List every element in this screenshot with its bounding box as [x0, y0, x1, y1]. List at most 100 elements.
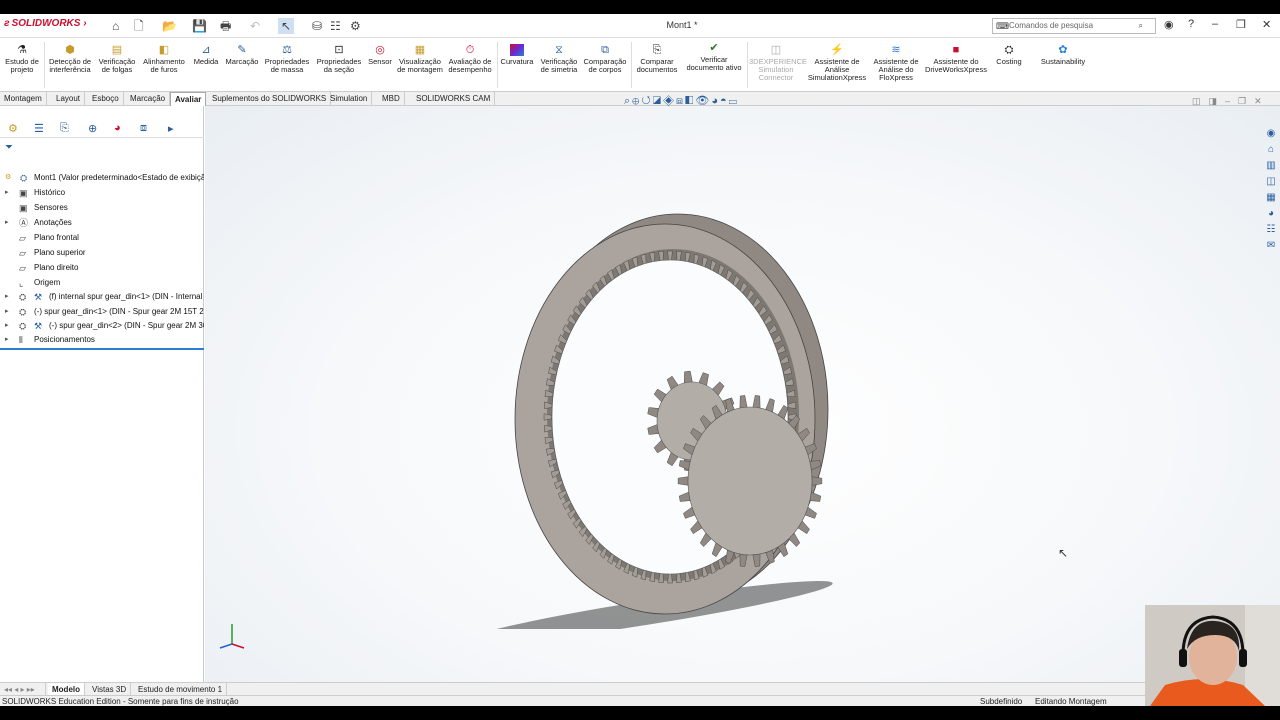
expand-arrow-icon[interactable]: ▸	[5, 216, 9, 230]
split-icon[interactable]: ◨	[1209, 96, 1226, 106]
gear-assembly-model[interactable]	[300, 129, 900, 629]
property-manager-tab-icon[interactable]: ☰	[34, 122, 44, 135]
driveworksxpress-button[interactable]: ■ Assistente do DriveWorksXpress	[924, 44, 988, 74]
tab-simulation[interactable]: Simulation	[326, 92, 373, 106]
custom-properties-icon[interactable]: ☷	[1264, 222, 1278, 238]
tree-item-label: Mont1 (Valor predeterminado<Estado de ex…	[34, 173, 204, 182]
simulationxpress-button[interactable]: ⚡ Assistente de Análise SimulationXpress	[806, 44, 868, 82]
tree-item-assembly[interactable]: ⚙ ⛭ Mont1 (Valor predeterminado<Estado de …	[0, 171, 204, 185]
tree-item-sensors[interactable]: ▣ Sensores	[0, 201, 204, 215]
button-label: Verificação de folgas	[98, 57, 136, 74]
tree-item-origin[interactable]: ⌞ Origem	[0, 276, 204, 290]
tab-marcacao[interactable]: Marcação	[126, 92, 171, 106]
help-icon[interactable]: ?	[1188, 18, 1194, 30]
body-comparison-button[interactable]: ⧉ Comparação de corpos	[583, 44, 627, 74]
dimxpert-tab-icon[interactable]: ⊕	[88, 122, 97, 135]
check-active-document-button[interactable]: ✔ Verificar documento ativo	[683, 42, 745, 72]
body-compare-icon: ⧉	[601, 44, 609, 56]
task-pane-tabs: ◉ ⌂ ▥ ◫ ▦ ◕ ☷ ✉	[1264, 126, 1278, 254]
toolbox-icon: ⚒	[34, 321, 43, 331]
button-label: Propriedades de massa	[264, 57, 310, 74]
vp-minimize-icon[interactable]: –	[1225, 96, 1238, 106]
search-commands-input[interactable]: ⌨ Comandos de pesquisa ⌕	[992, 18, 1156, 34]
design-study-button[interactable]: ⚗ Estudo de projeto	[2, 44, 42, 74]
vp-close-icon[interactable]: ✕	[1254, 96, 1270, 106]
history-icon: ▣	[19, 188, 28, 198]
expand-arrow-icon[interactable]: ▸	[5, 319, 9, 333]
simulation-connector-button[interactable]: ◫ 3DEXPERIENCE Simulation Connector	[749, 44, 807, 82]
minimize-icon[interactable]: –	[1212, 18, 1218, 30]
account-icon[interactable]: ◉	[1164, 18, 1174, 31]
driveworks-icon: ■	[952, 44, 960, 56]
mass-properties-button[interactable]: ⚖ Propriedades de massa	[262, 44, 312, 74]
appearances-icon[interactable]: ▦	[1264, 190, 1278, 206]
tab-solidworks-cam[interactable]: SOLIDWORKS CAM	[412, 92, 496, 106]
expand-arrow-icon[interactable]: ▸	[5, 290, 9, 304]
measure-button[interactable]: ⊿ Medida	[190, 44, 222, 66]
section-properties-button[interactable]: ⊡ Propriedades da seção	[314, 44, 364, 74]
tree-item-spur-gear-2[interactable]: ▸ ⛭ ⚒ (-) spur gear_din<2> (DIN - Spur gear…	[0, 319, 204, 333]
ribbon-separator	[631, 42, 632, 88]
tree-item-spur-gear-1[interactable]: ▸ ⛭ (-) spur gear_din<1> (DIN - Spur gear …	[0, 305, 204, 319]
more-tabs-icon[interactable]: ▸	[168, 122, 174, 135]
tab-suplementos[interactable]: Suplementos do SOLIDWORKS	[208, 92, 332, 106]
vp-restore-icon[interactable]: ❐	[1238, 96, 1254, 106]
search-icon[interactable]: ⌕	[1139, 19, 1143, 33]
interference-icon: ⬢	[65, 44, 75, 56]
compare-documents-button[interactable]: ⎘ Comparar documentos	[633, 44, 681, 74]
expand-arrow-icon[interactable]: ▸	[5, 186, 9, 200]
curvature-button[interactable]: Curvatura	[499, 44, 535, 66]
design-library-icon[interactable]: ⌂	[1264, 142, 1278, 158]
solidworks-resources-icon[interactable]: ◉	[1264, 126, 1278, 142]
tree-item-top-plane[interactable]: ▱ Plano superior	[0, 246, 204, 260]
sensor-button[interactable]: ◎ Sensor	[366, 44, 394, 66]
display-manager-tab-icon[interactable]: ◕	[114, 122, 121, 134]
file-explorer-icon[interactable]: ▥	[1264, 158, 1278, 174]
symmetry-check-button[interactable]: ⧖ Verificação de simetria	[537, 44, 581, 74]
markup-button[interactable]: ✎ Marcação	[224, 44, 260, 66]
feature-manager-tab-icon[interactable]: ⚙	[8, 122, 18, 135]
tree-item-internal-gear[interactable]: ▸ ⛭ ⚒ (f) internal spur gear_din<1> (DIN - …	[0, 290, 204, 304]
floxpress-button[interactable]: ≋ Assistente de Análise do FloXpress	[870, 44, 922, 82]
restore-icon[interactable]: ❐	[1236, 18, 1246, 31]
search-placeholder: Comandos de pesquisa	[1009, 21, 1094, 30]
cam-tab-icon[interactable]: ⧈	[140, 122, 147, 135]
ribbon-separator	[747, 42, 748, 88]
assembly-visualization-button[interactable]: ▦ Visualização de montagem	[396, 44, 444, 74]
sustainability-button[interactable]: ✿ Sustainability	[1036, 44, 1090, 66]
tab-layout[interactable]: Layout	[52, 92, 86, 106]
expand-arrow-icon[interactable]: ▸	[5, 305, 9, 319]
tab-avaliar[interactable]: Avaliar	[170, 92, 207, 106]
close-icon[interactable]: ✕	[1262, 18, 1271, 31]
expand-arrow-icon[interactable]: ▸	[5, 333, 9, 347]
rollback-bar[interactable]	[0, 348, 204, 350]
simulation-connector-icon: ◫	[770, 44, 782, 56]
compare-documents-icon: ⎘	[652, 44, 662, 56]
clearance-verification-button[interactable]: ▤ Verificação de folgas	[96, 44, 138, 74]
assembly-root-icon: ⛭	[20, 173, 28, 183]
tree-item-front-plane[interactable]: ▱ Plano frontal	[0, 231, 204, 245]
configuration-manager-tab-icon[interactable]: ⎘	[60, 122, 69, 135]
view-palette-icon[interactable]: ◫	[1264, 174, 1278, 190]
tab-montagem[interactable]: Montagem	[0, 92, 47, 106]
curvature-icon	[510, 44, 524, 56]
sensors-icon: ▣	[19, 203, 28, 213]
toolbox-icon: ⚒	[34, 292, 43, 302]
scenes-icon[interactable]: ◕	[1264, 206, 1278, 222]
hole-alignment-button[interactable]: ◧ Alinhamento de furos	[140, 44, 188, 74]
filter-icon[interactable]: ⏷	[5, 142, 13, 153]
forum-icon[interactable]: ✉	[1264, 238, 1278, 254]
tile-icon[interactable]: ◫	[1192, 96, 1209, 106]
tab-mbd[interactable]: MBD	[378, 92, 405, 106]
tree-item-history[interactable]: ▸ ▣ Histórico	[0, 186, 204, 200]
tree-item-right-plane[interactable]: ▱ Plano direito	[0, 261, 204, 275]
performance-evaluation-button[interactable]: ⏱ Avaliação de desempenho	[446, 44, 494, 74]
interference-detection-button[interactable]: ⬢ Detecção de interferência	[46, 44, 94, 74]
costing-button[interactable]: ⛭ Costing	[990, 44, 1028, 66]
design-study-icon: ⚗	[17, 44, 27, 56]
tree-item-annotations[interactable]: ▸ Ⓐ Anotações	[0, 216, 204, 230]
tab-esboco[interactable]: Esboço	[88, 92, 124, 106]
button-label: Estudo de projeto	[5, 57, 39, 74]
tree-item-mates[interactable]: ▸ ⫴ Posicionamentos	[0, 333, 204, 347]
part-icon: ⛭	[19, 307, 27, 317]
